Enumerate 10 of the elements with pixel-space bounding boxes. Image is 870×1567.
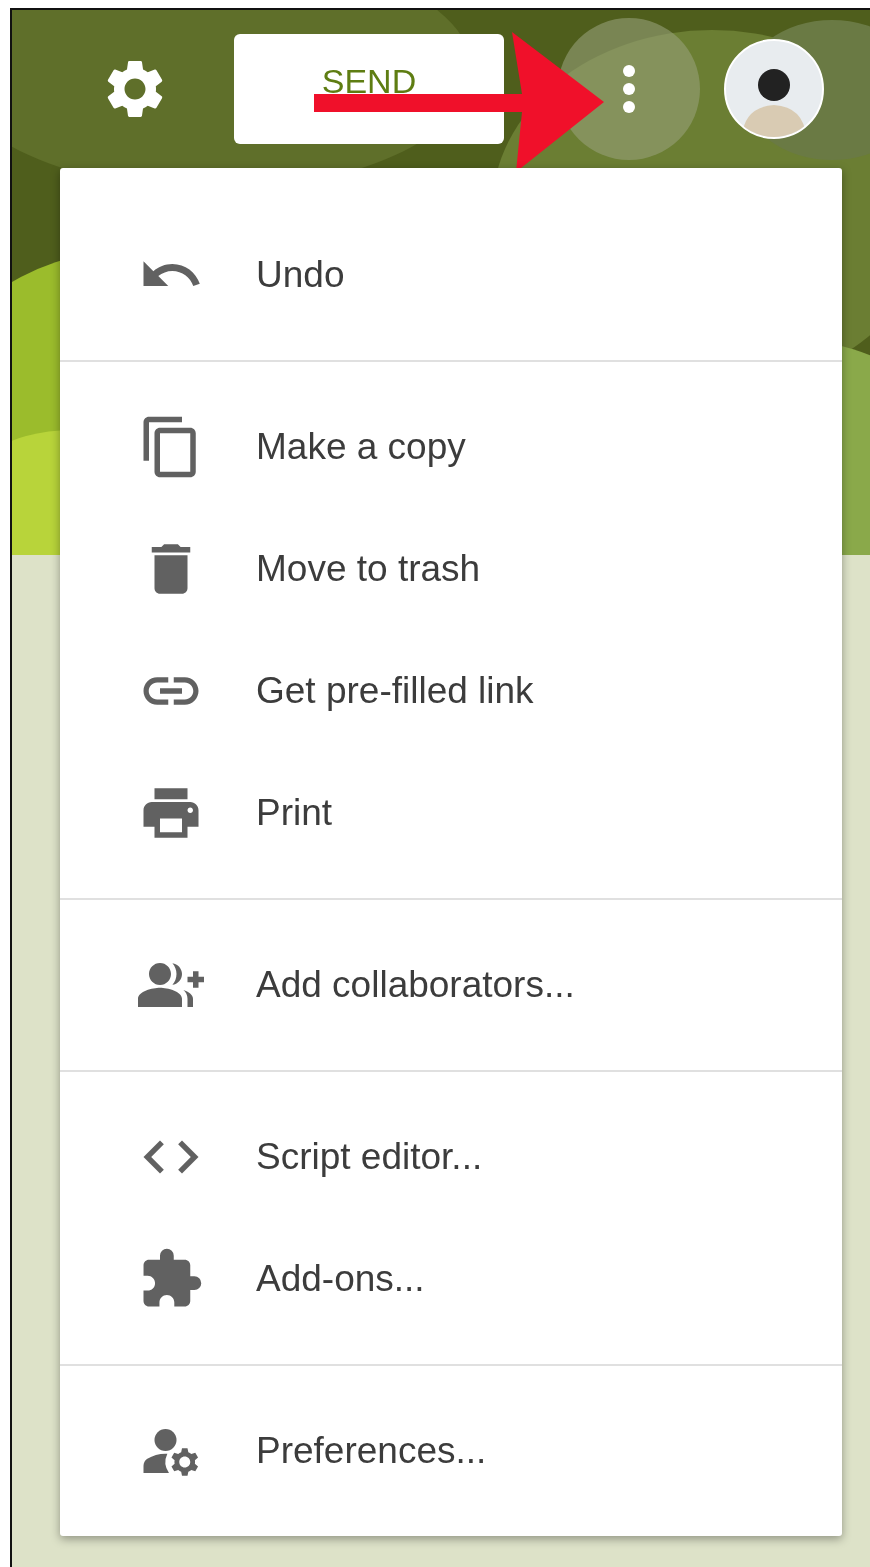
menu-item[interactable]: Print bbox=[60, 752, 842, 874]
vertical-dots-icon bbox=[622, 64, 636, 114]
menu-item[interactable]: Script editor... bbox=[60, 1096, 842, 1218]
menu-item[interactable]: Get pre-filled link bbox=[60, 630, 842, 752]
menu-item[interactable]: Make a copy bbox=[60, 386, 842, 508]
menu-item[interactable]: Add-ons... bbox=[60, 1218, 842, 1340]
menu-item[interactable]: Preferences... bbox=[60, 1390, 842, 1512]
menu-item[interactable]: Add collaborators... bbox=[60, 924, 842, 1046]
menu-item[interactable]: Undo bbox=[60, 214, 842, 336]
menu-item[interactable]: Move to trash bbox=[60, 508, 842, 630]
